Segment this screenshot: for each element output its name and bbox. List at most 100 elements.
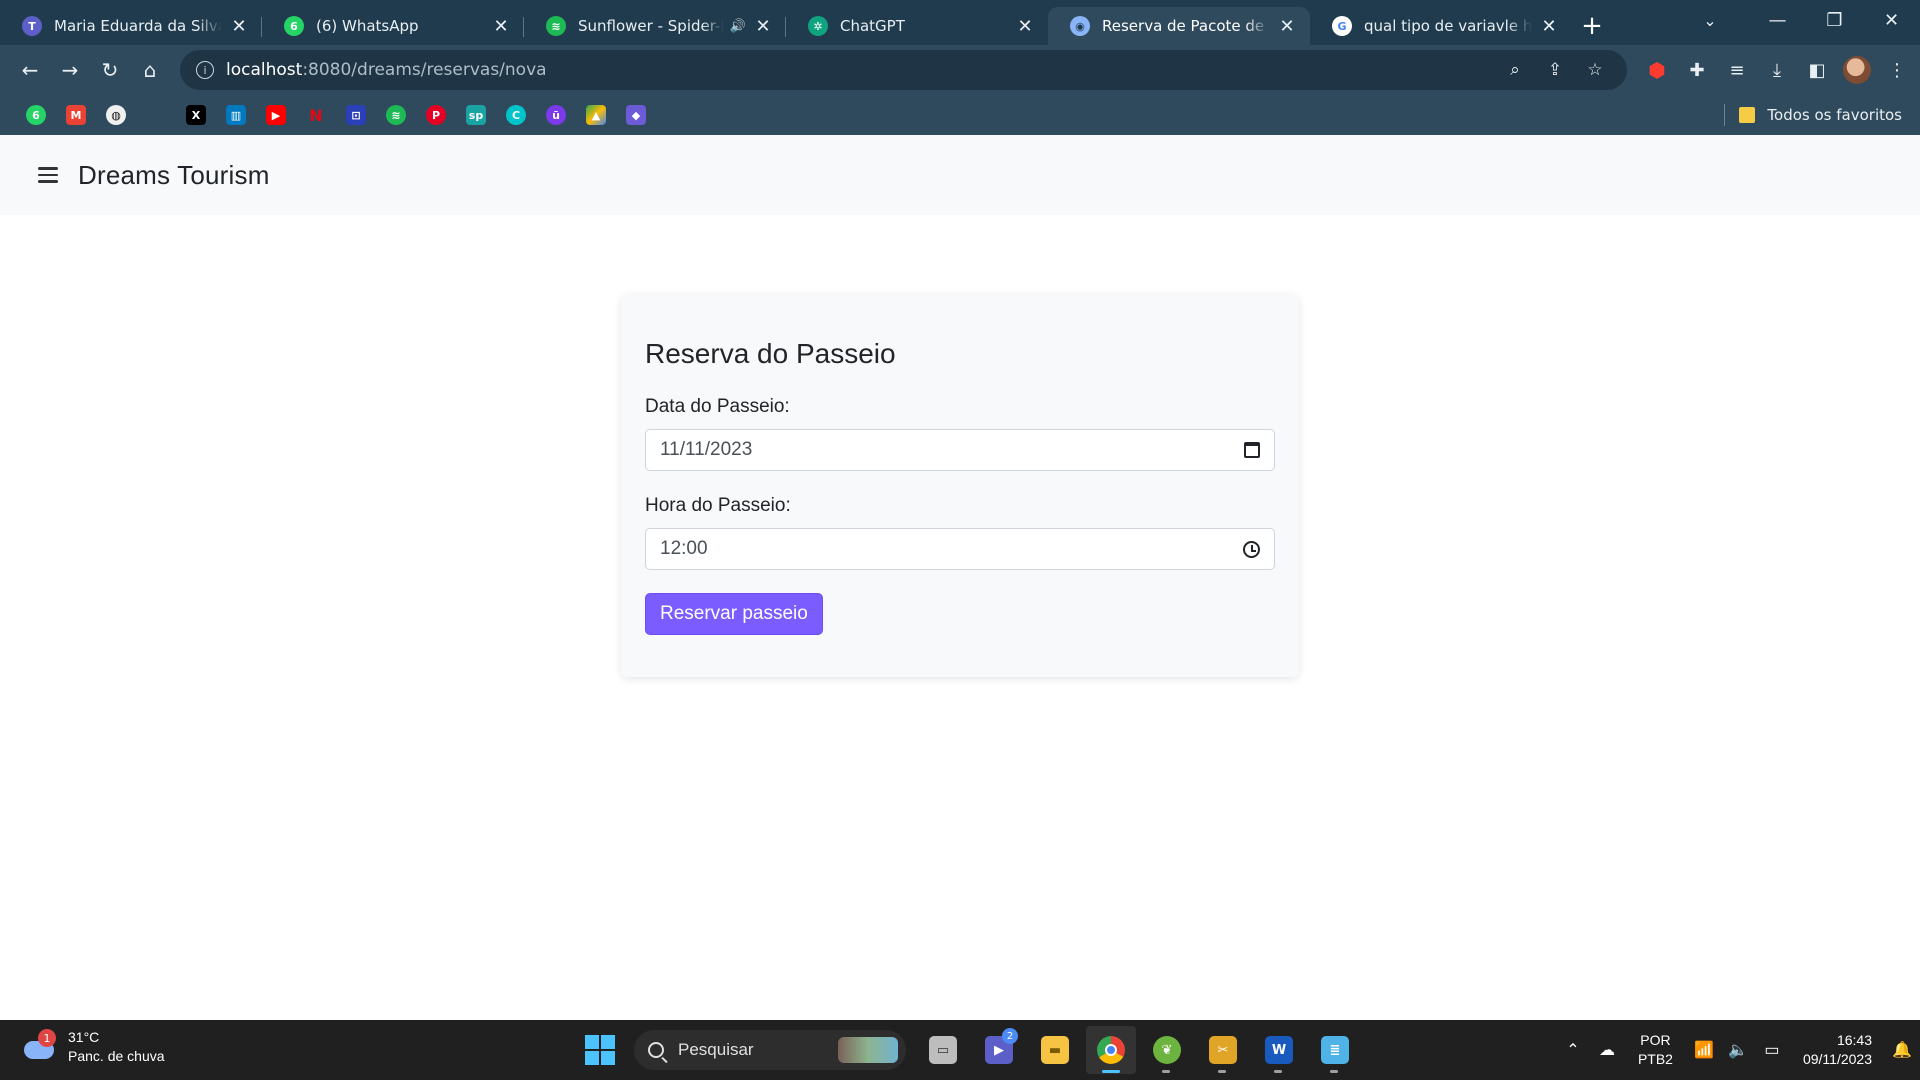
weather-cloud-icon: 1 <box>22 1029 56 1061</box>
tab-reserva[interactable]: ◉ Reserva de Pacote de Viagem ✕ <box>1048 7 1310 45</box>
tab-title: Maria Eduarda da Silva Dias <box>54 17 222 35</box>
tab-search-icon[interactable]: ⌄ <box>1690 6 1730 34</box>
downloads-icon[interactable]: ⤓ <box>1757 52 1797 88</box>
wifi-icon[interactable]: 📶 <box>1687 1040 1721 1060</box>
google-drive-icon: ▲ <box>586 105 606 125</box>
bookmark-blue-app[interactable]: ⊡ <box>336 99 376 131</box>
bookmark-sp[interactable]: sp <box>456 99 496 131</box>
teams-chat-icon[interactable]: ▶ 2 <box>974 1026 1024 1074</box>
hamburger-menu-icon[interactable] <box>38 167 58 183</box>
time-field[interactable] <box>645 528 1275 570</box>
window-controls: — ❐ ✕ <box>1749 0 1920 40</box>
speaker-icon[interactable]: 🔊 <box>730 19 746 34</box>
booking-form-card: Reserva do Passeio Data do Passeio: Hora… <box>621 294 1299 677</box>
share-icon[interactable]: ⇪ <box>1535 60 1575 80</box>
clock-date: 09/11/2023 <box>1802 1051 1872 1067</box>
restore-icon[interactable]: ❐ <box>1806 0 1863 40</box>
close-icon[interactable]: ✕ <box>752 16 774 37</box>
taskbar-apps: Pesquisar ▭ ▶ 2 ▬ ❦ ✂ W ≣ <box>578 1026 1360 1074</box>
github-icon: ◍ <box>106 105 126 125</box>
clock-icon[interactable] <box>1243 540 1260 558</box>
bookmark-canva[interactable]: C <box>496 99 536 131</box>
u-app-icon: ū <box>546 105 566 125</box>
adblock-extension-icon[interactable]: ⬢ <box>1637 52 1677 88</box>
new-tab-button[interactable]: + <box>1572 7 1612 45</box>
calendar-icon[interactable] <box>1244 442 1260 458</box>
close-icon[interactable]: ✕ <box>490 16 512 37</box>
bookmark-pinterest[interactable]: P <box>416 99 456 131</box>
taskbar-clock[interactable]: 16:43 09/11/2023 <box>1803 1031 1872 1069</box>
onedrive-icon[interactable]: ☁ <box>1590 1040 1624 1060</box>
taskbar-search[interactable]: Pesquisar <box>634 1030 906 1070</box>
brand-title[interactable]: Dreams Tourism <box>78 160 270 191</box>
bookmark-x[interactable]: X <box>176 99 216 131</box>
address-bar[interactable]: i localhost:8080/dreams/reservas/nova ⌕ … <box>180 50 1627 90</box>
date-field[interactable] <box>645 429 1275 471</box>
tools-app-icon[interactable]: ✂ <box>1198 1026 1248 1074</box>
close-icon[interactable]: ✕ <box>1538 16 1560 37</box>
start-windows-icon[interactable] <box>578 1028 622 1072</box>
time-input[interactable] <box>660 538 1200 560</box>
bookmark-github[interactable]: ◍ <box>96 99 136 131</box>
tab-spotify[interactable]: ≋ Sunflower - Spider-Man 🔊 ✕ <box>524 7 786 45</box>
site-info-icon[interactable]: i <box>196 61 214 79</box>
search-placeholder: Pesquisar <box>678 1040 754 1059</box>
sp-icon: sp <box>466 105 486 125</box>
close-icon[interactable]: ✕ <box>228 16 250 37</box>
all-bookmarks-folder[interactable]: Todos os favoritos <box>1724 95 1902 135</box>
tab-google[interactable]: G qual tipo de variavle hora de ✕ <box>1310 7 1572 45</box>
bookmark-apple[interactable] <box>136 99 176 131</box>
notepad-icon[interactable]: ≣ <box>1310 1026 1360 1074</box>
apple-icon <box>146 105 166 125</box>
weather-widget[interactable]: 1 31°C Panc. de chuva <box>22 1028 165 1066</box>
bookmark-purple-app[interactable]: ◆ <box>616 99 656 131</box>
extensions-puzzle-icon[interactable]: ✚ <box>1677 52 1717 88</box>
whatsapp-icon: 6 <box>284 16 304 36</box>
file-explorer-icon[interactable]: ▬ <box>1030 1026 1080 1074</box>
close-icon[interactable]: ✕ <box>1014 16 1036 37</box>
tab-teams[interactable]: T Maria Eduarda da Silva Dias ✕ <box>0 7 262 45</box>
tab-strip: T Maria Eduarda da Silva Dias ✕ 6 (6) Wh… <box>0 0 1920 45</box>
bookmark-drive[interactable]: ▲ <box>576 99 616 131</box>
bookmark-youtube[interactable]: ▶ <box>256 99 296 131</box>
bookmark-trello[interactable]: ▥ <box>216 99 256 131</box>
reserve-button[interactable]: Reservar passeio <box>645 593 823 635</box>
bookmark-whatsapp[interactable]: 6 <box>16 99 56 131</box>
battery-icon[interactable]: ▭ <box>1755 1040 1789 1060</box>
task-view-icon[interactable]: ▭ <box>918 1026 968 1074</box>
url-text[interactable]: localhost:8080/dreams/reservas/nova <box>226 60 1495 80</box>
bookmarks-bar: 6 M ◍ X ▥ ▶ N ⊡ ≋ P sp C ū ▲ ◆ Todos os … <box>0 95 1920 135</box>
forward-icon[interactable]: → <box>50 52 90 88</box>
side-panel-icon[interactable]: ◧ <box>1797 52 1837 88</box>
back-icon[interactable]: ← <box>10 52 50 88</box>
taskbar: 1 31°C Panc. de chuva Pesquisar ▭ ▶ 2 ▬ ❦… <box>0 1020 1920 1080</box>
media-queue-icon[interactable]: ≡ <box>1717 52 1757 88</box>
chrome-icon[interactable] <box>1086 1026 1136 1074</box>
home-icon[interactable]: ⌂ <box>130 52 170 88</box>
browser-toolbar: ← → ↻ ⌂ i localhost:8080/dreams/reservas… <box>0 45 1920 95</box>
close-icon[interactable]: ✕ <box>1276 16 1298 37</box>
tab-chatgpt[interactable]: ✲ ChatGPT ✕ <box>786 7 1048 45</box>
x-icon: X <box>186 105 206 125</box>
menu-kebab-icon[interactable]: ⋮ <box>1877 52 1917 88</box>
google-icon: G <box>1332 16 1352 36</box>
word-icon[interactable]: W <box>1254 1026 1304 1074</box>
bookmark-spotify[interactable]: ≋ <box>376 99 416 131</box>
date-input[interactable] <box>660 439 1200 461</box>
close-window-icon[interactable]: ✕ <box>1863 0 1920 40</box>
notification-bell-icon[interactable]: 🔔 <box>1884 1040 1920 1060</box>
tab-whatsapp[interactable]: 6 (6) WhatsApp ✕ <box>262 7 524 45</box>
language-indicator[interactable]: POR PTB2 <box>1638 1031 1673 1069</box>
bookmark-star-icon[interactable]: ☆ <box>1575 60 1615 80</box>
bookmark-gmail[interactable]: M <box>56 99 96 131</box>
bookmark-netflix[interactable]: N <box>296 99 336 131</box>
app-icon: ◆ <box>626 105 646 125</box>
spring-tool-icon[interactable]: ❦ <box>1142 1026 1192 1074</box>
volume-icon[interactable]: 🔈 <box>1721 1040 1755 1060</box>
chevron-up-icon[interactable]: ⌃ <box>1556 1040 1590 1060</box>
profile-avatar[interactable] <box>1837 52 1877 88</box>
minimize-icon[interactable]: — <box>1749 0 1806 40</box>
zoom-icon[interactable]: ⌕ <box>1495 60 1535 80</box>
reload-icon[interactable]: ↻ <box>90 52 130 88</box>
bookmark-u-app[interactable]: ū <box>536 99 576 131</box>
